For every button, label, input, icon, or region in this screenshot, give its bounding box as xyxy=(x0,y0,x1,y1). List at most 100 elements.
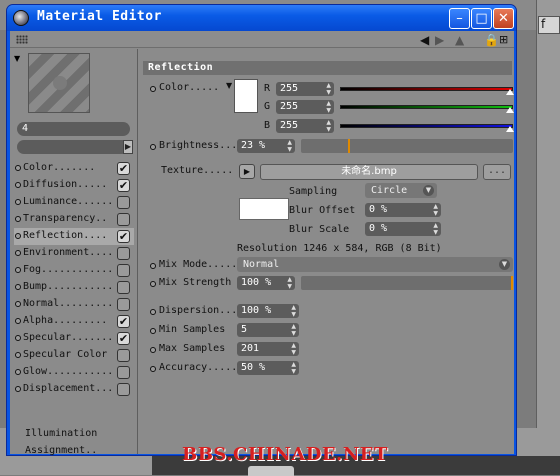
channel-anim-dot[interactable] xyxy=(15,352,21,358)
channel-checkbox[interactable]: ✔ xyxy=(117,179,130,192)
color-anim-dot[interactable] xyxy=(150,86,156,92)
max-samples-field[interactable]: 201 ▲ ▼ xyxy=(237,342,299,356)
channel-anim-dot[interactable] xyxy=(15,335,21,341)
channel-checkbox[interactable] xyxy=(117,383,130,396)
mix-strength-slider-knob[interactable] xyxy=(511,276,513,290)
channel-item[interactable]: Environment.... xyxy=(14,245,134,262)
g-slider[interactable] xyxy=(340,105,514,113)
editor-toolbar: ◀ ▶ ▲ 🔒 ⊞ xyxy=(10,31,514,48)
channel-item[interactable]: Luminance...... xyxy=(14,194,134,211)
min-samples-field[interactable]: 5 ▲ ▼ xyxy=(237,323,299,337)
material-preview[interactable] xyxy=(28,53,90,113)
brightness-slider-knob[interactable] xyxy=(348,139,350,153)
b-slider[interactable] xyxy=(340,124,514,132)
channel-checkbox[interactable]: ✔ xyxy=(117,162,130,175)
title-bar[interactable]: Material Editor – □ ✕ xyxy=(7,5,516,31)
channel-anim-dot[interactable] xyxy=(15,182,21,188)
g-field[interactable]: 255 ▲ ▼ xyxy=(276,100,334,114)
channel-item[interactable]: Color....... ✔ xyxy=(14,160,134,177)
mix-strength-field[interactable]: 100 % ▲ ▼ xyxy=(237,276,295,290)
arrow-up-icon[interactable]: ▲ xyxy=(455,33,464,47)
brightness-field[interactable]: 23 % ▲ ▼ xyxy=(237,139,295,153)
sampling-dropdown[interactable]: Circle ▼ xyxy=(365,183,437,198)
background-right-tab[interactable]: f xyxy=(538,16,560,34)
close-button[interactable]: ✕ xyxy=(493,8,514,29)
accuracy-field[interactable]: 50 % ▲ ▼ xyxy=(237,361,299,375)
channel-anim-dot[interactable] xyxy=(15,233,21,239)
new-panel-icon[interactable]: ⊞ xyxy=(499,33,508,46)
channel-anim-dot[interactable] xyxy=(15,318,21,324)
texture-menu-button[interactable]: ▶ xyxy=(239,164,255,179)
mix-mode-dropdown[interactable]: Normal ▼ xyxy=(237,257,513,272)
max-samples-anim-dot[interactable] xyxy=(150,347,156,353)
channel-item[interactable]: Specular Color xyxy=(14,347,134,364)
channel-anim-dot[interactable] xyxy=(15,165,21,171)
channel-checkbox[interactable] xyxy=(117,349,130,362)
channel-list-arrow-icon[interactable]: ▶ xyxy=(123,140,133,154)
blur-offset-field[interactable]: 0 % ▲ ▼ xyxy=(365,203,441,217)
dispersion-anim-dot[interactable] xyxy=(150,309,156,315)
accuracy-anim-dot[interactable] xyxy=(150,366,156,372)
arrow-left-icon[interactable]: ◀ xyxy=(420,33,429,47)
channel-item[interactable]: Displacement... xyxy=(14,381,134,398)
channel-item[interactable]: Fog............ xyxy=(14,262,134,279)
r-field[interactable]: 255 ▲ ▼ xyxy=(276,82,334,96)
preview-menu-arrow-icon[interactable]: ▼ xyxy=(14,54,20,63)
channel-item[interactable]: Specular....... ✔ xyxy=(14,330,134,347)
channel-item[interactable]: Reflection.... ✔ xyxy=(14,228,134,245)
maximize-button[interactable]: □ xyxy=(471,8,492,29)
channel-checkbox[interactable] xyxy=(117,213,130,226)
channel-item[interactable]: Transparency.. xyxy=(14,211,134,228)
channel-anim-dot[interactable] xyxy=(15,284,21,290)
channel-checkbox[interactable] xyxy=(117,366,130,379)
channel-anim-dot[interactable] xyxy=(15,216,21,222)
section-title: Reflection xyxy=(143,61,512,75)
mix-strength-anim-dot[interactable] xyxy=(150,281,156,287)
channel-item[interactable]: Normal......... xyxy=(14,296,134,313)
texture-file-button[interactable]: 未命名.bmp xyxy=(260,164,478,180)
arrow-right-icon[interactable]: ▶ xyxy=(435,33,444,47)
channel-checkbox[interactable]: ✔ xyxy=(117,315,130,328)
channel-anim-dot[interactable] xyxy=(15,267,21,273)
channel-anim-dot[interactable] xyxy=(15,250,21,256)
channel-anim-dot[interactable] xyxy=(15,369,21,375)
color-menu-arrow-icon[interactable]: ▼ xyxy=(226,81,232,90)
channel-anim-dot[interactable] xyxy=(15,386,21,392)
brightness-anim-dot[interactable] xyxy=(150,144,156,150)
channel-label: Reflection.... xyxy=(23,230,108,241)
blur-scale-field[interactable]: 0 % ▲ ▼ xyxy=(365,222,441,236)
preview-sphere xyxy=(53,76,67,90)
min-samples-anim-dot[interactable] xyxy=(150,328,156,334)
channel-label: Fog............ xyxy=(23,264,114,275)
channel-item[interactable]: Glow........... xyxy=(14,364,134,381)
toolbar-grip-icon[interactable] xyxy=(16,35,28,44)
minimize-button[interactable]: – xyxy=(449,8,470,29)
channel-checkbox[interactable] xyxy=(117,264,130,277)
channel-item[interactable]: Alpha......... ✔ xyxy=(14,313,134,330)
r-slider[interactable] xyxy=(340,87,514,95)
channel-list-button[interactable] xyxy=(17,140,123,154)
channel-anim-dot[interactable] xyxy=(15,199,21,205)
mix-strength-slider[interactable] xyxy=(301,276,513,290)
color-swatch[interactable] xyxy=(234,79,258,113)
channel-item[interactable]: Bump........... xyxy=(14,279,134,296)
material-name-field[interactable]: 4 xyxy=(17,122,130,136)
b-field[interactable]: 255 ▲ ▼ xyxy=(276,119,334,133)
sampling-label: Sampling xyxy=(289,186,338,197)
channel-checkbox[interactable]: ✔ xyxy=(117,230,130,243)
channel-checkbox[interactable] xyxy=(117,247,130,260)
channel-checkbox[interactable] xyxy=(117,281,130,294)
channel-anim-dot[interactable] xyxy=(15,301,21,307)
minimize-icon: – xyxy=(456,11,463,26)
channel-item[interactable]: Diffusion..... ✔ xyxy=(14,177,134,194)
channel-checkbox[interactable] xyxy=(117,196,130,209)
brightness-slider[interactable] xyxy=(301,139,513,153)
mix-mode-anim-dot[interactable] xyxy=(150,263,156,269)
dispersion-field[interactable]: 100 % ▲ ▼ xyxy=(237,304,299,318)
channel-checkbox[interactable]: ✔ xyxy=(117,332,130,345)
assignment-label[interactable]: Assignment.. xyxy=(25,445,97,456)
texture-browse-button[interactable]: ... xyxy=(483,164,511,180)
lock-icon[interactable]: 🔒 xyxy=(484,33,499,47)
illumination-label[interactable]: Illumination xyxy=(25,428,97,439)
channel-checkbox[interactable] xyxy=(117,298,130,311)
